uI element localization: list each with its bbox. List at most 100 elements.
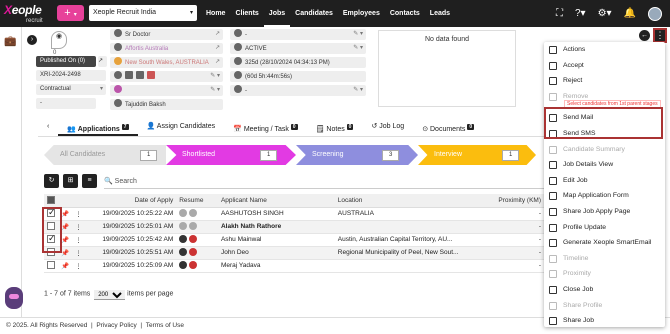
per-page-select[interactable]: 200 — [94, 290, 126, 300]
pagination: 1 - 7 of 7 items 200 items per page — [44, 290, 173, 300]
resume-icons[interactable] — [176, 220, 218, 234]
table-row[interactable]: 📌 ⋮ 19/09/2025 10:25:01 AM Alakh Nath Ra… — [44, 220, 544, 234]
quick-add-button[interactable]: + ▾ — [57, 5, 84, 21]
client-field[interactable]: Affortis Australia ↗ — [110, 43, 223, 54]
resume-icons[interactable] — [176, 246, 218, 260]
menu-generate-smartemail[interactable]: Generate Xeople SmartEmail — [544, 235, 665, 251]
row-checkbox[interactable] — [47, 248, 55, 256]
menu-job-details-view[interactable]: Job Details View — [544, 157, 665, 173]
more-icon[interactable]: ⋮ — [72, 220, 85, 234]
col-location[interactable]: Location — [334, 194, 465, 208]
contact-icons-row[interactable]: ✎ ▾ — [110, 71, 223, 82]
menu-map-application-form[interactable]: Map Application Form — [544, 188, 665, 204]
tabs-prev-icon[interactable]: ‹ — [38, 117, 58, 136]
stage-shortlisted[interactable]: Shortlisted 1 — [166, 145, 296, 165]
privacy-link[interactable]: Privacy Policy — [96, 322, 136, 329]
more-icon[interactable]: ⋮ — [72, 233, 85, 247]
collapse-button[interactable]: › — [27, 35, 37, 45]
nav-home[interactable]: Home — [201, 0, 230, 27]
row-checkbox[interactable] — [47, 261, 55, 269]
contact-field[interactable]: Sr Doctor ↗ — [110, 29, 223, 40]
help-icon[interactable]: ?▾ — [575, 8, 586, 19]
job-type: Contractual ▾ — [36, 84, 106, 95]
tab-assign-candidates[interactable]: 👤 Assign Candidates — [138, 117, 225, 136]
status-field[interactable]: ACTIVE ✎ ▾ — [230, 43, 366, 54]
pin-icon[interactable]: 📌 — [58, 246, 73, 260]
group-button[interactable]: ⊞ — [63, 174, 78, 188]
menu-send-mail[interactable]: Send Mail — [544, 110, 665, 126]
stage-all-candidates[interactable]: All Candidates 1 — [44, 145, 166, 165]
menu-share-job[interactable]: Share Job — [544, 313, 665, 327]
published-badge[interactable]: Published On (0) — [36, 56, 96, 67]
more-actions-button[interactable]: ⋮ — [653, 28, 667, 43]
col-proximity[interactable]: Proximity (KM) — [464, 194, 544, 208]
table-row[interactable]: 📌 ⋮ 19/09/2025 10:25:09 AM Meraj Yadava … — [44, 259, 544, 273]
assistant-robot-icon[interactable] — [5, 287, 23, 309]
app-logo[interactable]: Xeople recruit — [4, 3, 50, 25]
nav-employees[interactable]: Employees — [338, 0, 385, 27]
field-dash-1: - ✎ ▾ — [230, 29, 366, 40]
pin-icon[interactable]: 📌 — [58, 220, 73, 234]
resume-icons[interactable] — [176, 207, 218, 221]
location-field[interactable]: New South Wales, AUSTRALIA ↗ — [110, 57, 223, 68]
menu-actions[interactable]: Actions — [544, 42, 665, 58]
job-ref: XRI-2024-2498 — [36, 70, 106, 81]
menu-share-job-apply-page[interactable]: Share Job Apply Page — [544, 204, 665, 220]
tab-job-log[interactable]: ↺ Job Log — [362, 117, 413, 136]
search-input[interactable]: 🔍 Search — [104, 175, 544, 189]
row-checkbox[interactable] — [47, 222, 55, 230]
nav-leads[interactable]: Leads — [425, 0, 455, 27]
menu-reject[interactable]: Reject — [544, 73, 665, 89]
owner-field[interactable]: Tajuddin Baksh — [110, 99, 223, 110]
left-sidebar — [0, 27, 22, 317]
tab-meeting-task[interactable]: 📅 Meeting / Task 0 — [224, 117, 306, 136]
back-arrow-icon[interactable]: ← — [639, 30, 650, 41]
pipeline-stages: All Candidates 1 Shortlisted 1 Screening 3 … — [44, 145, 536, 165]
pin-icon[interactable]: 📌 — [58, 233, 73, 247]
team-field[interactable]: ✎ ▾ — [110, 85, 223, 96]
menu-close-job[interactable]: Close Job — [544, 282, 665, 298]
table-row[interactable]: 📌 ⋮ 19/09/2025 10:25:42 AM Ashu Mainwal … — [44, 233, 544, 247]
tab-applications[interactable]: 👥 Applications 7 — [58, 117, 138, 136]
filter-button[interactable]: ≡ — [82, 174, 97, 188]
pin-icon[interactable]: 📌 — [58, 207, 73, 221]
more-icon[interactable]: ⋮ — [72, 259, 85, 273]
bell-icon[interactable]: 🔔 — [624, 8, 636, 19]
col-applicant[interactable]: Applicant Name — [217, 194, 335, 208]
menu-accept[interactable]: Accept — [544, 58, 665, 74]
nav-clients[interactable]: Clients — [230, 0, 263, 27]
row-checkbox[interactable] — [47, 207, 56, 218]
stage-screening[interactable]: Screening 3 — [296, 145, 418, 165]
pin-icon[interactable]: 📌 — [58, 259, 73, 273]
nav-candidates[interactable]: Candidates — [290, 0, 338, 27]
job-tabs: ‹ 👥 Applications 7 👤 Assign Candidates 📅… — [38, 117, 550, 137]
tab-notes[interactable]: 🗒 Notes 0 — [307, 117, 363, 136]
col-date[interactable]: Date of Apply — [84, 194, 177, 208]
link-icon[interactable]: ↗ — [98, 56, 107, 67]
gear-icon[interactable]: ⚙▾ — [598, 8, 612, 19]
table-row[interactable]: 📌 ⋮ 19/09/2025 10:25:22 AM AASHUTOSH SIN… — [44, 207, 544, 221]
nav-jobs[interactable]: Jobs — [263, 0, 291, 27]
stage-interview[interactable]: Interview 1 — [418, 145, 536, 165]
company-select[interactable]: Xeople Recruit India ▾ — [89, 5, 197, 21]
fullscreen-icon[interactable]: ⛶ — [556, 8, 563, 19]
resume-icons[interactable] — [176, 259, 218, 273]
menu-candidate-summary: Candidate Summary — [544, 142, 665, 158]
col-resume[interactable]: Resume — [176, 194, 218, 208]
menu-profile-update[interactable]: Profile Update — [544, 220, 665, 236]
refresh-button[interactable]: ↻ — [44, 174, 59, 188]
menu-edit-job[interactable]: Edit Job — [544, 173, 665, 189]
nav-contacts[interactable]: Contacts — [385, 0, 425, 27]
user-avatar[interactable] — [648, 6, 662, 21]
chevron-down-icon: ▾ — [189, 10, 193, 16]
briefcase-icon[interactable]: 💼 — [4, 36, 16, 47]
more-icon[interactable]: ⋮ — [72, 246, 85, 260]
menu-send-sms[interactable]: Send SMS — [544, 126, 665, 142]
more-icon[interactable]: ⋮ — [72, 207, 85, 221]
resume-icons[interactable] — [176, 233, 218, 247]
terms-link[interactable]: Terms of Use — [146, 322, 184, 329]
row-checkbox[interactable] — [47, 233, 56, 244]
select-all-checkbox[interactable] — [44, 194, 58, 208]
table-row[interactable]: 📌 ⋮ 19/09/2025 10:25:51 AM John Deo Regi… — [44, 246, 544, 260]
tab-documents[interactable]: ⊙ Documents 0 — [413, 117, 483, 136]
